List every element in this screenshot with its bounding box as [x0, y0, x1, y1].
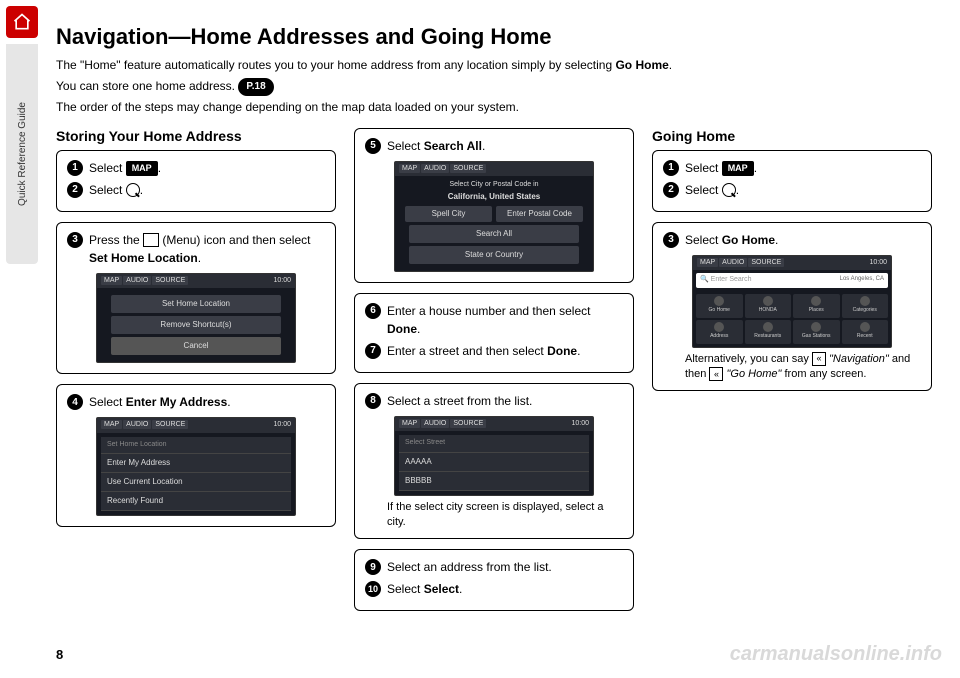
watermark: carmanualsonline.info — [730, 643, 942, 666]
search-icon — [722, 183, 736, 197]
intro-line-2: You can store one home address. P.18 — [56, 77, 944, 96]
step-number: 2 — [663, 182, 679, 198]
house-icon — [12, 12, 32, 32]
map-button-icon: MAP — [722, 161, 754, 177]
step-gh-1: 1 Select MAP. — [663, 159, 921, 177]
screenshot-go-home: MAPAUDIOSOURCE 10:00 🔍 Enter Search Los … — [692, 255, 892, 348]
step-number: 7 — [365, 343, 381, 359]
note-select-city: If the select city screen is displayed, … — [387, 500, 617, 531]
card-3: 4 Select Enter My Address. MAPAUDIOSOURC… — [56, 384, 336, 527]
page-number: 8 — [56, 647, 63, 662]
home-tab-icon — [6, 6, 38, 38]
screenshot-search-all: MAPAUDIOSOURCE Select City or Postal Cod… — [394, 161, 594, 272]
step-number: 10 — [365, 581, 381, 597]
card-5: 6 Enter a house number and then select D… — [354, 293, 634, 373]
page-reference-badge: P.18 — [238, 78, 273, 96]
search-icon — [126, 183, 140, 197]
step-number: 9 — [365, 559, 381, 575]
section-title-going-home: Going Home — [652, 128, 932, 144]
screenshot-select-street: MAPAUDIOSOURCE 10:00 Select Street AAAAA… — [394, 416, 594, 496]
step-gh-2: 2 Select . — [663, 181, 921, 199]
card-6: 8 Select a street from the list. MAPAUDI… — [354, 383, 634, 540]
voice-icon: « — [812, 352, 826, 366]
map-button-icon: MAP — [126, 161, 158, 177]
step-number: 3 — [663, 232, 679, 248]
step-10: 10 Select Select. — [365, 580, 623, 598]
step-number: 8 — [365, 393, 381, 409]
step-7: 7 Enter a street and then select Done. — [365, 342, 623, 360]
step-number: 5 — [365, 138, 381, 154]
step-2: 2 Select . — [67, 181, 325, 199]
column-middle: 5 Select Search All. MAPAUDIOSOURCE Sele… — [354, 128, 634, 622]
step-number: 2 — [67, 182, 83, 198]
intro-line-3: The order of the steps may change depend… — [56, 98, 944, 117]
voice-command-note: Alternatively, you can say « "Navigation… — [685, 352, 915, 383]
voice-icon: « — [709, 367, 723, 381]
step-gh-3: 3 Select Go Home. — [663, 231, 921, 249]
card-7: 9 Select an address from the list. 10 Se… — [354, 549, 634, 611]
step-number: 1 — [67, 160, 83, 176]
card-9: 3 Select Go Home. MAPAUDIOSOURCE 10:00 🔍… — [652, 222, 932, 392]
section-tab: Quick Reference Guide — [6, 44, 38, 264]
step-3: 3 Press the (Menu) icon and then select … — [67, 231, 325, 267]
column-going-home: Going Home 1 Select MAP. 2 Select . — [652, 128, 932, 622]
section-tab-label: Quick Reference Guide — [17, 102, 28, 206]
card-8: 1 Select MAP. 2 Select . — [652, 150, 932, 212]
step-6: 6 Enter a house number and then select D… — [365, 302, 623, 338]
step-number: 3 — [67, 232, 83, 248]
intro-line-1: The "Home" feature automatically routes … — [56, 56, 944, 75]
section-title-storing: Storing Your Home Address — [56, 128, 336, 144]
step-9: 9 Select an address from the list. — [365, 558, 623, 576]
screenshot-set-home: MAPAUDIOSOURCE 10:00 Set Home Location R… — [96, 273, 296, 364]
menu-icon — [143, 233, 159, 247]
step-number: 4 — [67, 394, 83, 410]
step-number: 1 — [663, 160, 679, 176]
card-4: 5 Select Search All. MAPAUDIOSOURCE Sele… — [354, 128, 634, 283]
card-2: 3 Press the (Menu) icon and then select … — [56, 222, 336, 375]
card-1: 1 Select MAP. 2 Select . — [56, 150, 336, 212]
page-title: Navigation—Home Addresses and Going Home — [56, 24, 944, 50]
step-8: 8 Select a street from the list. — [365, 392, 623, 410]
step-number: 6 — [365, 303, 381, 319]
step-5: 5 Select Search All. — [365, 137, 623, 155]
step-4: 4 Select Enter My Address. — [67, 393, 325, 411]
screenshot-enter-address: MAPAUDIOSOURCE 10:00 Set Home Location E… — [96, 417, 296, 516]
step-1: 1 Select MAP. — [67, 159, 325, 177]
column-storing-home: Storing Your Home Address 1 Select MAP. … — [56, 128, 336, 622]
